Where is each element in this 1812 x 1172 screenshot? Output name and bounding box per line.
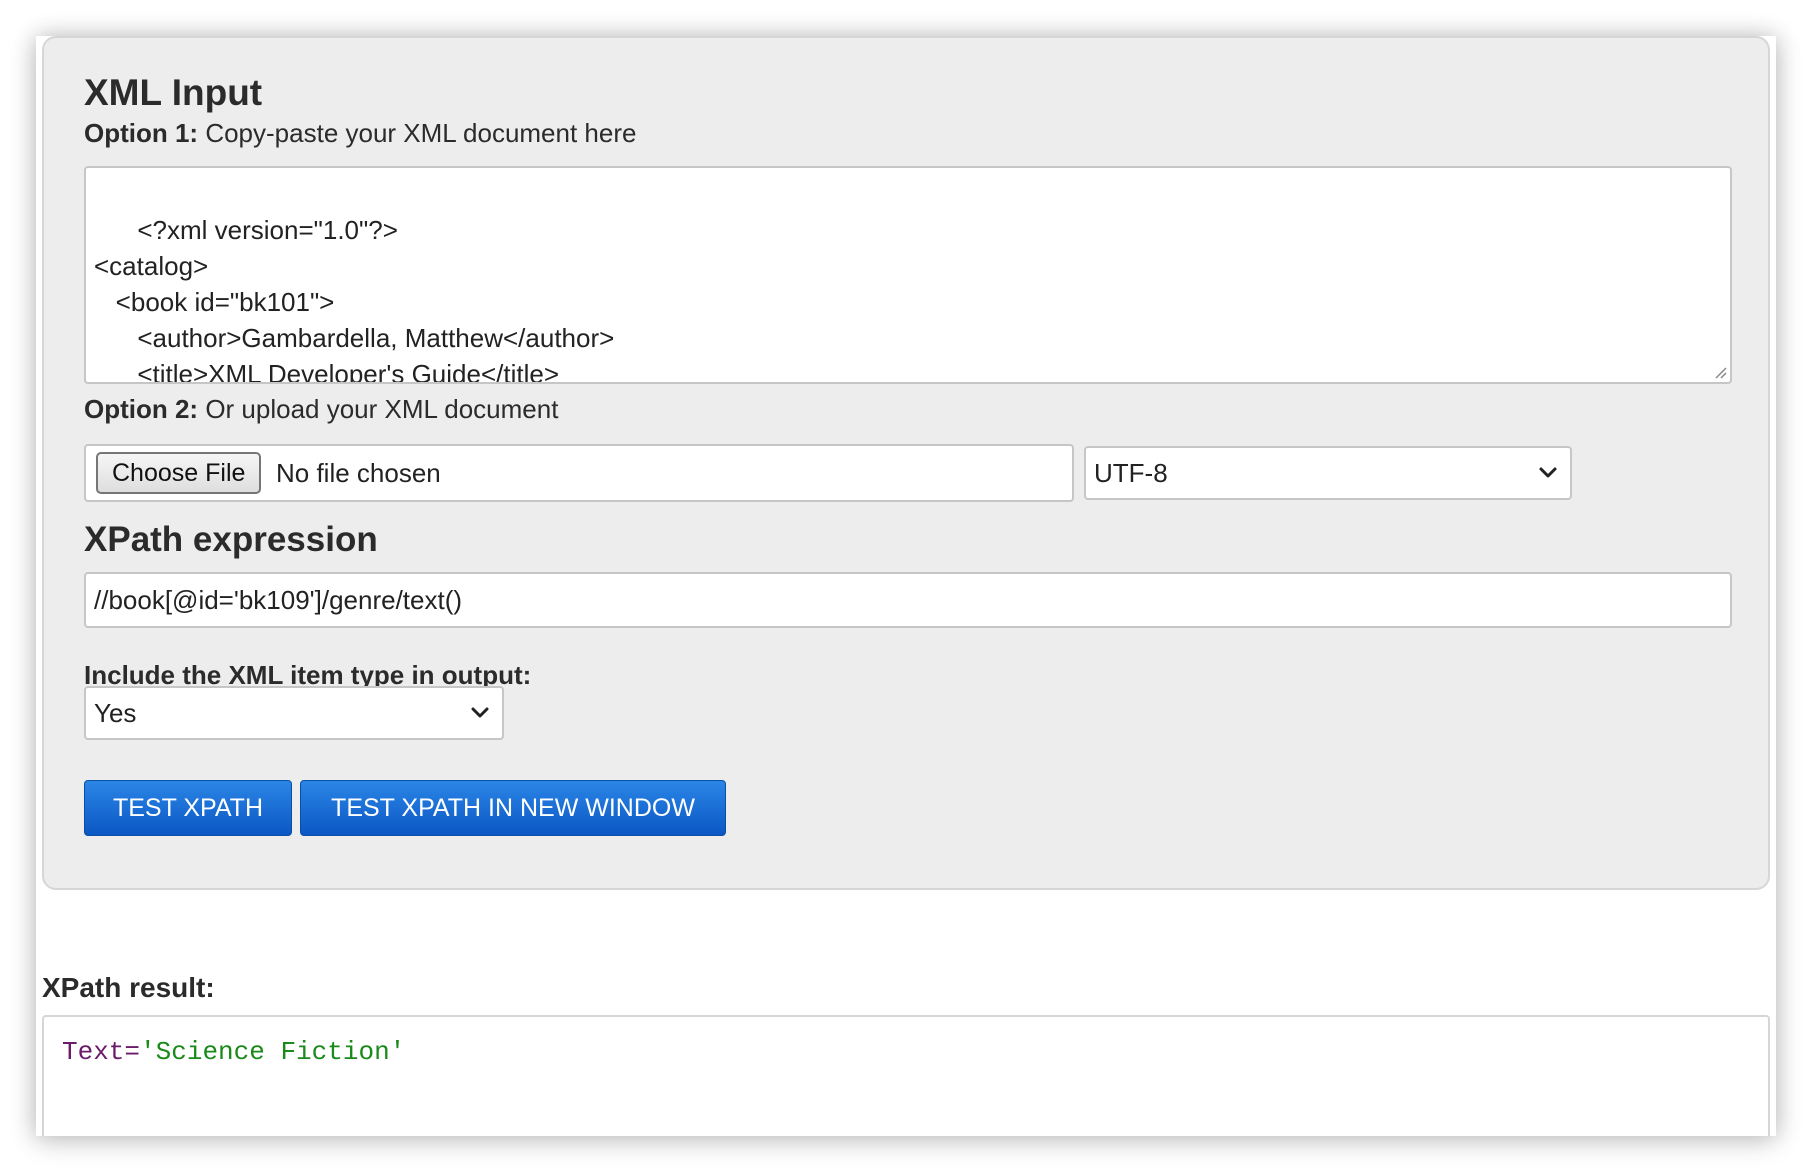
browser-window: XML Input Option 1: Copy-paste your XML … (36, 36, 1776, 1136)
result-line: Text='Science Fiction' (62, 1039, 405, 1065)
xml-input-heading: XML Input (84, 72, 263, 113)
xml-textarea[interactable]: <?xml version="1.0"?> <catalog> <book id… (84, 166, 1732, 384)
xpath-expression-input[interactable]: //book[@id='bk109']/genre/text() (84, 572, 1732, 628)
option2-bold: Option 2: (84, 394, 199, 424)
option1-text: Copy-paste your XML document here (198, 118, 637, 148)
chevron-down-icon (1539, 467, 1557, 478)
include-type-select[interactable]: Yes (84, 686, 504, 740)
no-file-chosen-text: No file chosen (276, 458, 441, 488)
chevron-down-icon (471, 707, 489, 718)
xml-textarea-content[interactable]: <?xml version="1.0"?> <catalog> <book id… (94, 215, 614, 382)
include-type-label: Include the XML item type in output: (84, 660, 532, 690)
encoding-select-value: UTF-8 (1094, 458, 1168, 488)
xpath-result-label: XPath result: (42, 972, 215, 1003)
option1-label: Option 1: Copy-paste your XML document h… (84, 120, 636, 146)
xpath-result-box: Text='Science Fiction' (42, 1015, 1770, 1136)
option2-text: Or upload your XML document (198, 394, 559, 424)
encoding-select[interactable]: UTF-8 (1084, 446, 1572, 500)
choose-file-button[interactable]: Choose File (96, 452, 262, 494)
result-equals: = (124, 1037, 141, 1067)
option1-bold: Option 1: (84, 118, 199, 148)
result-value: 'Science Fiction' (140, 1037, 406, 1067)
file-upload-field[interactable]: Choose File No file chosen (84, 444, 1074, 502)
xpath-expression-heading: XPath expression (84, 520, 378, 559)
include-type-select-value: Yes (94, 698, 137, 728)
option2-label: Option 2: Or upload your XML document (84, 396, 558, 422)
result-key: Text (62, 1037, 125, 1067)
xml-input-panel: XML Input Option 1: Copy-paste your XML … (42, 36, 1770, 890)
test-xpath-new-window-button[interactable]: TEST XPATH IN NEW WINDOW (300, 780, 726, 836)
test-xpath-button[interactable]: TEST XPATH (84, 780, 292, 836)
resize-grip-icon[interactable] (1713, 365, 1727, 379)
